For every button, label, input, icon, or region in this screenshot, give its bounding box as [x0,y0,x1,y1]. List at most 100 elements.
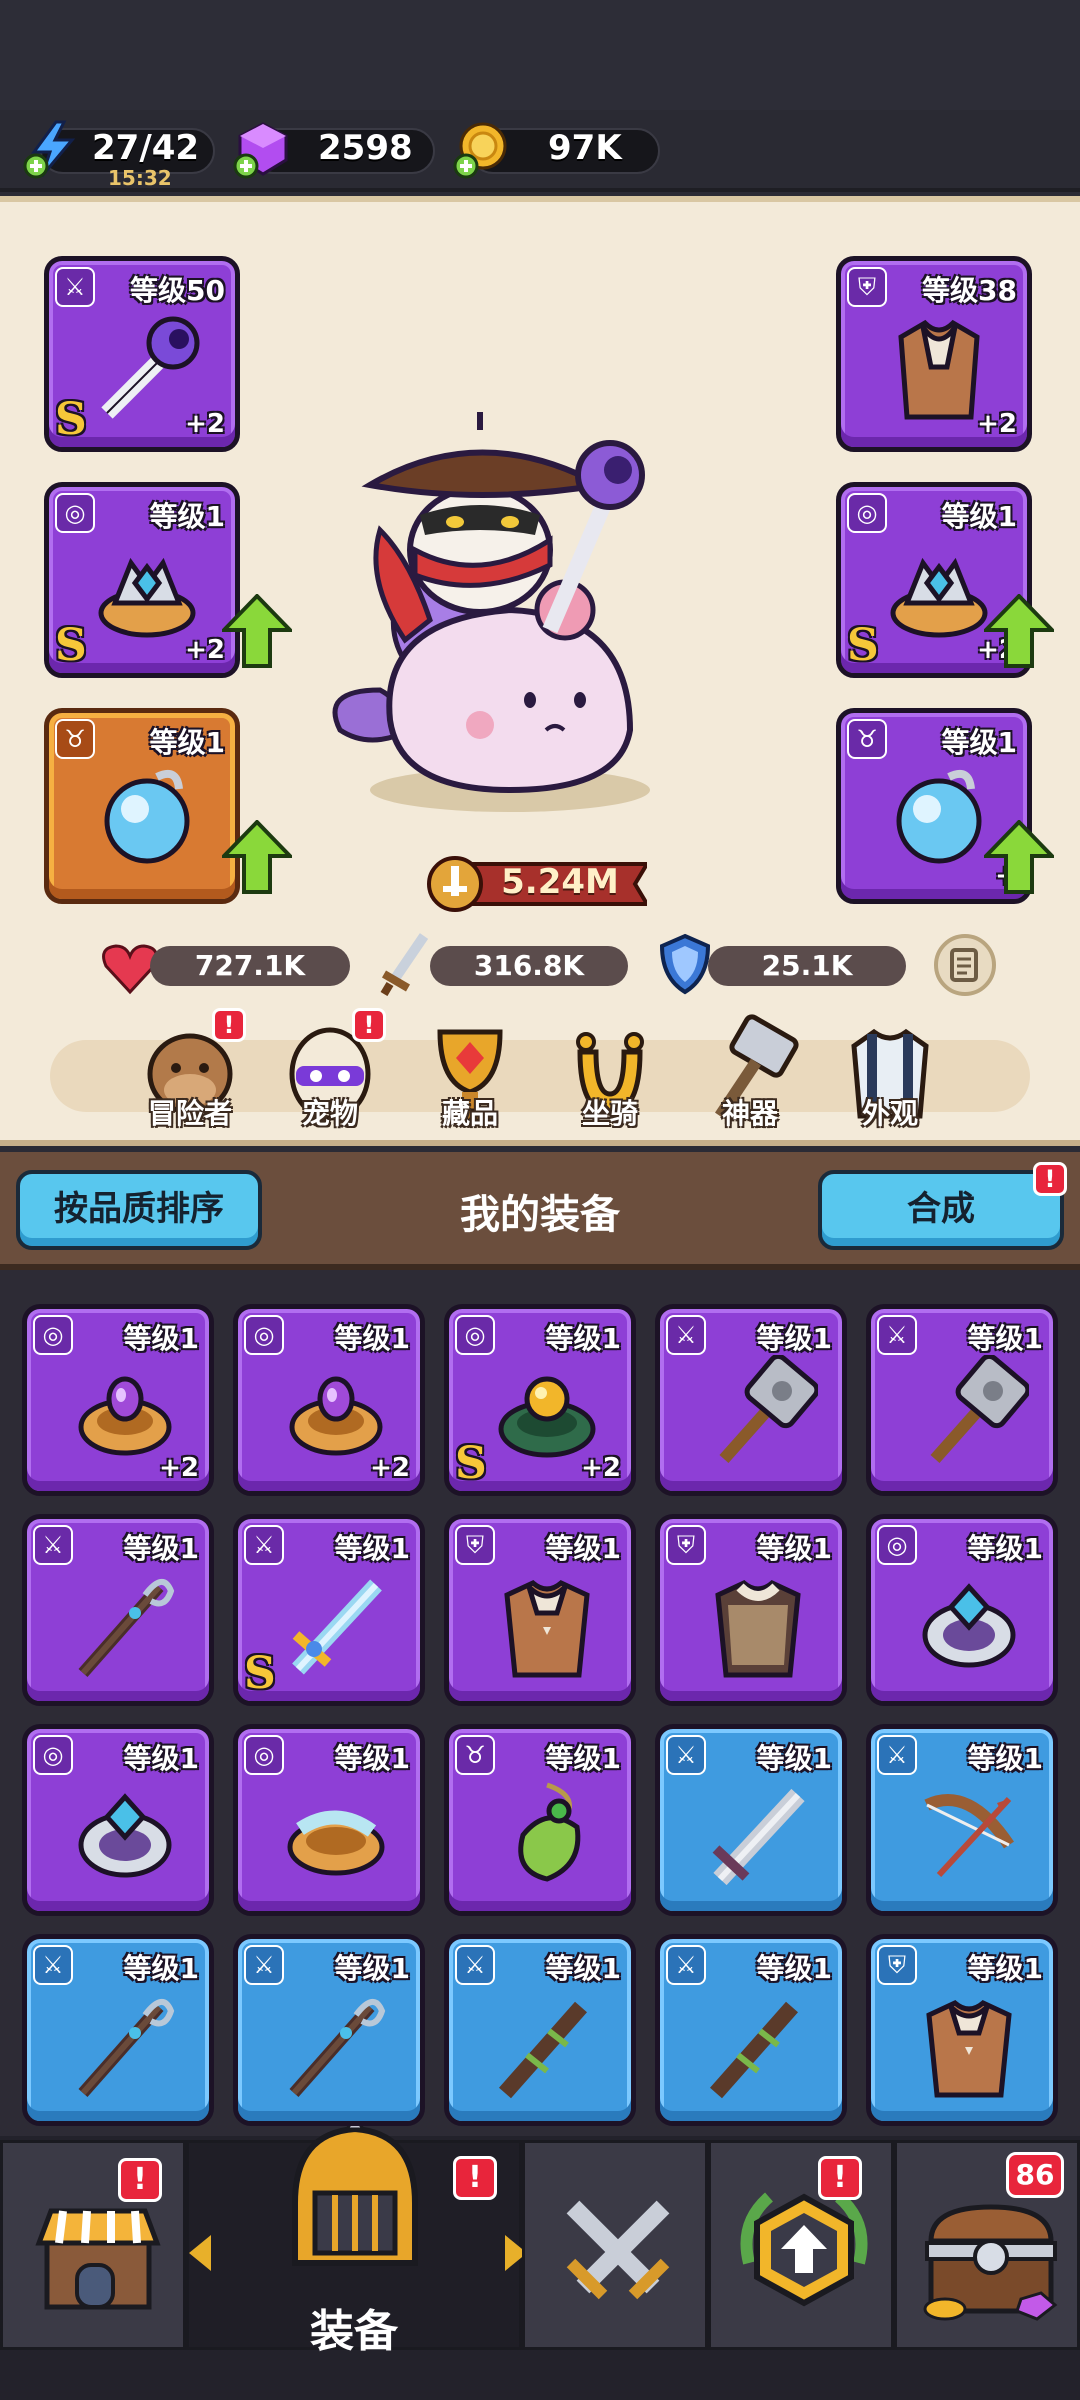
inventory-item[interactable]: ⚔ 等级1 [22,1934,214,2126]
item-grade: S [455,1438,487,1489]
item-level: 等级1 [756,1532,832,1565]
inventory-item[interactable]: ◎ 等级1 [866,1514,1058,1706]
inventory-item[interactable]: ⛨ 等级1 [866,1934,1058,2126]
item-level: 等级1 [123,1952,199,1985]
inventory-item[interactable]: ⚔ 等级1 S [233,1514,425,1706]
upgrade-arrow-icon[interactable] [219,819,295,894]
slot-grade: S [55,394,87,445]
equipment-art-pendant-green [518,1782,581,1882]
tab-battle[interactable] [522,2140,708,2350]
inventory-item[interactable]: ◎ 等级1 [233,1724,425,1916]
equipment-art-staff [289,1999,386,2097]
equipment-art-bow [924,1794,1014,1878]
inventory-item[interactable]: ♉ 等级1 [444,1724,636,1916]
resource-bar: 27/42 15:32 2598 97K [0,110,1080,192]
details-button[interactable] [934,934,996,996]
hero-nav-label: 神器 [721,1097,778,1130]
equipment-art-armor [926,2000,1012,2098]
inventory-item[interactable]: ◎ 等级1 +2 [233,1304,425,1496]
equipment-art-sword-plain [712,1788,805,1886]
upgrade-arrow-icon[interactable] [981,819,1057,894]
equipment-alert-badge: ! [453,2156,497,2200]
ring-type-icon: ◎ [244,1315,284,1355]
equipment-art-hammer [930,1355,1029,1463]
inventory-item[interactable]: ⛨ 等级1 [655,1514,847,1706]
hero-nav-label: 藏品 [441,1097,498,1130]
item-level: 等级1 [334,1742,410,1775]
gold-value: 97K [548,128,622,168]
item-level: 等级1 [334,1952,410,1985]
slot-grade: S [847,620,879,671]
weapon-type-icon: ⚔ [877,1315,917,1355]
armor-type-icon: ⛨ [877,1945,917,1985]
tab-upgrade[interactable] [708,2140,894,2350]
ring-type-icon: ◎ [847,493,887,533]
inventory-item[interactable]: ⚔ 等级1 [22,1514,214,1706]
ring-type-icon: ◎ [244,1735,284,1775]
item-level: 等级1 [123,1322,199,1355]
slot-enhance: +2 [185,635,225,665]
equipment-art-orb [104,770,190,864]
defense-stat: 25.1K [708,946,906,986]
shop-alert-badge: ! [118,2158,162,2202]
adventurer-alert-badge: ! [212,1008,246,1042]
merge-button[interactable]: 合成 [818,1170,1064,1250]
inventory-item[interactable]: ⛨ 等级1 [444,1514,636,1706]
item-level: 等级1 [545,1742,621,1775]
inventory-item[interactable]: ◎ 等级1 +2 [22,1304,214,1496]
equipment-art-sword [292,1579,382,1675]
inventory-item[interactable]: ◎ 等级1 +2 S [444,1304,636,1496]
weapon-type-icon: ⚔ [33,1525,73,1565]
list-icon [950,948,978,982]
chevron-left-icon[interactable] [185,2233,215,2273]
equipped-slot-left-1[interactable]: ◎ 等级1 +2 S [44,482,240,678]
pet-alert-badge: ! [352,1008,386,1042]
hero-nav-mount[interactable]: 坐骑 [550,1012,670,1132]
inventory-item[interactable]: ◎ 等级1 [22,1724,214,1916]
weapon-type-icon: ⚔ [666,1735,706,1775]
energy-icon[interactable] [22,118,84,180]
upgrade-arrow-icon[interactable] [219,593,295,668]
upgrade-arrow-icon[interactable] [981,593,1057,668]
inventory-item[interactable]: ⚔ 等级1 [444,1934,636,2126]
equipment-art-club [499,2001,587,2099]
hero-nav-artifact[interactable]: 神器 [690,1012,810,1132]
slot-enhance: +2 [977,409,1017,439]
necklace-type-icon: ♉ [455,1735,495,1775]
weapon-type-icon: ⚔ [33,1945,73,1985]
inventory-item[interactable]: ⚔ 等级1 [866,1724,1058,1916]
equipped-slot-right-0[interactable]: ⛨ 等级38 +2 [836,256,1032,452]
item-level: 等级1 [123,1532,199,1565]
hero-character[interactable] [310,400,690,820]
armor-type-icon: ⛨ [666,1525,706,1565]
item-level: 等级1 [545,1322,621,1355]
sword-stat-icon [380,930,436,997]
gem-icon[interactable] [232,118,294,180]
equipment-art-club [710,2001,798,2099]
item-enhance: +2 [581,1453,621,1483]
inventory-item[interactable]: ⚔ 等级1 [655,1934,847,2126]
inventory-item[interactable]: ⚔ 等级1 [233,1934,425,2126]
hero-nav-collection[interactable]: 藏品 [410,1012,530,1132]
sort-by-quality-button[interactable]: 按品质排序 [16,1170,262,1250]
shield-icon [656,932,714,996]
gems-value: 2598 [318,128,413,168]
equipped-slot-left-0[interactable]: ⚔ 等级50 +2 S [44,256,240,452]
hero-nav-label: 坐骑 [581,1097,638,1130]
slot-enhance: +2 [185,409,225,439]
crossed-swords-icon [566,2200,670,2300]
equipment-art-staff [78,1999,175,2097]
inventory-item[interactable]: ⚔ 等级1 [655,1724,847,1916]
gold-coin-icon[interactable] [452,118,514,180]
inventory-item[interactable]: ⚔ 等级1 [866,1304,1058,1496]
equipment-art-ring-gold [287,1810,385,1876]
hero-nav-appearance[interactable]: 外观 [830,1012,950,1132]
equipment-art-hammer [719,1355,818,1463]
hero-nav-label: 宠物 [301,1097,358,1130]
inventory-item[interactable]: ⚔ 等级1 [655,1304,847,1496]
hero-nav-label: 冒险者 [147,1097,232,1130]
item-level: 等级1 [545,1952,621,1985]
equipped-slot-left-2[interactable]: ♉ 等级1 [44,708,240,904]
merge-alert-badge: ! [1033,1162,1067,1196]
necklace-type-icon: ♉ [55,719,95,759]
